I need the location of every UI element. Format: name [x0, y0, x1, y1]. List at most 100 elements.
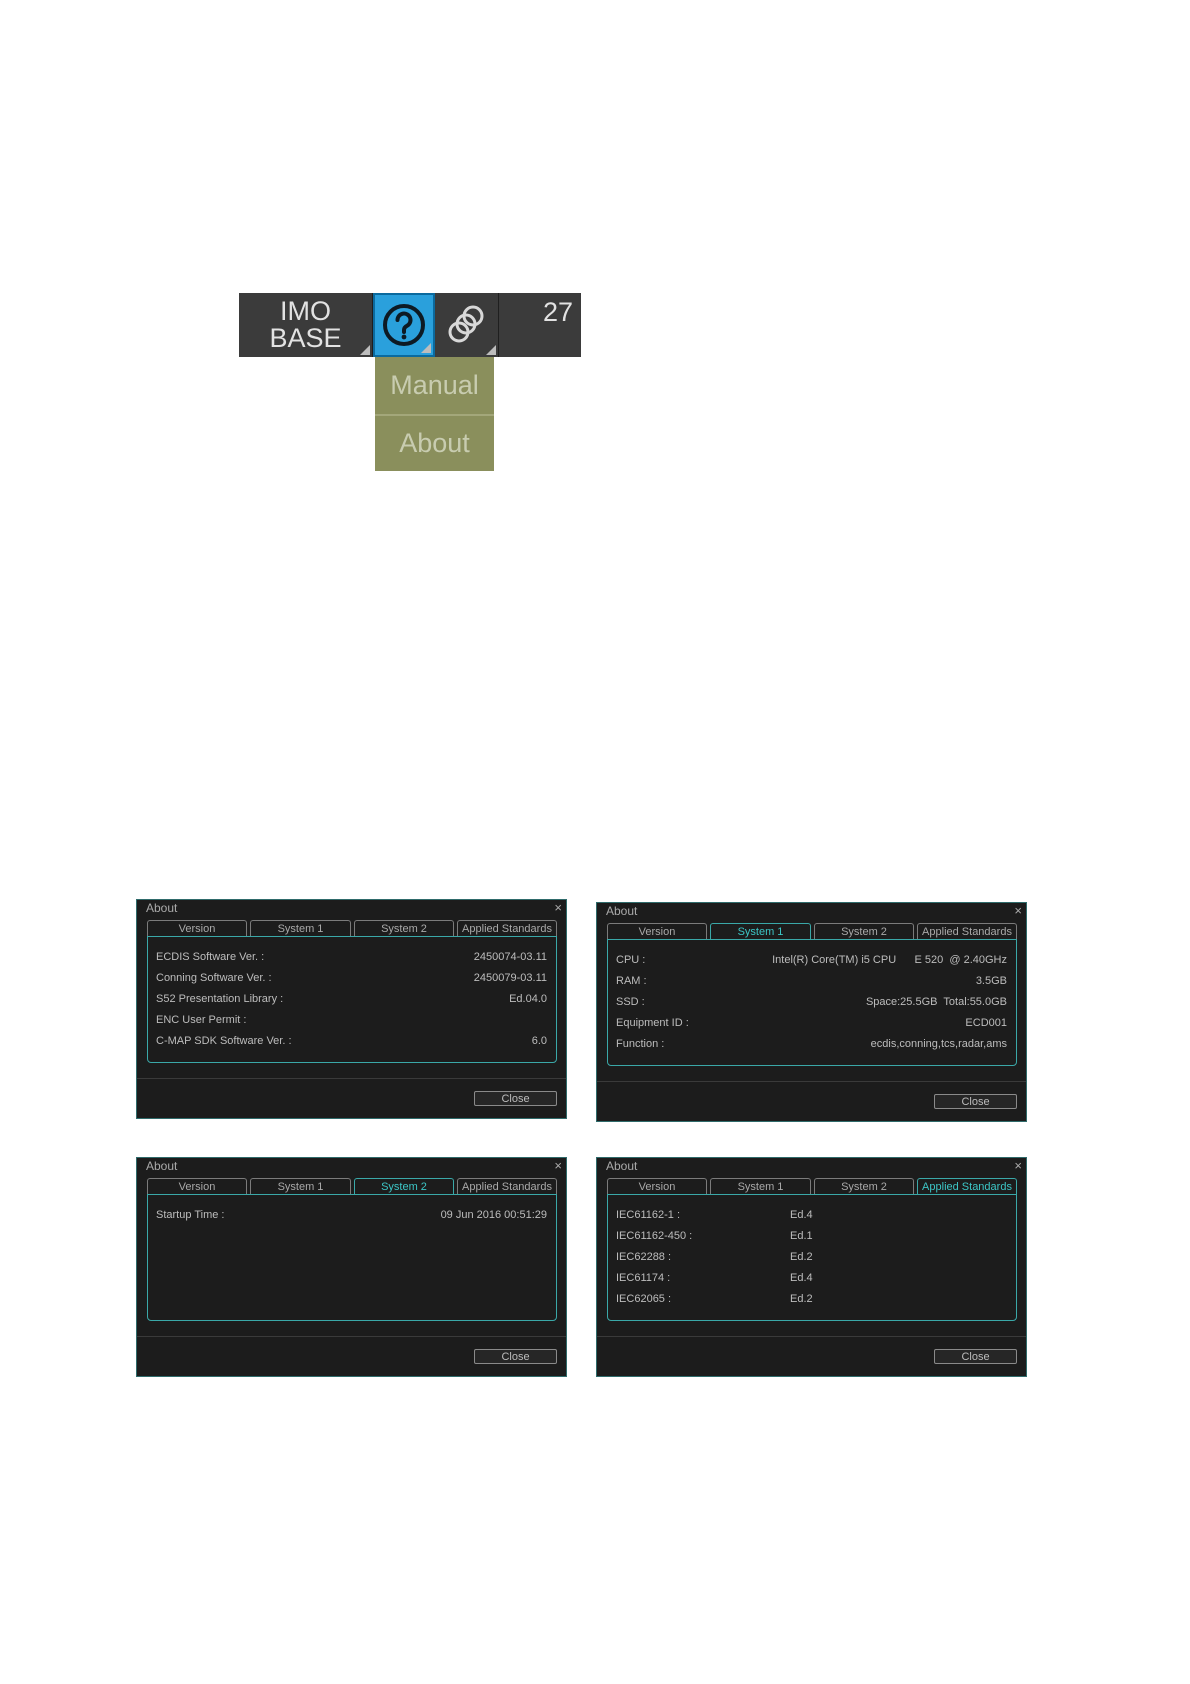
tab-bar: Version System 1 System 2 Applied Standa… [607, 1178, 1017, 1195]
close-button[interactable]: Close [934, 1349, 1017, 1364]
row-label: IEC62288 : [616, 1251, 672, 1263]
tab-system-2[interactable]: System 2 [354, 1178, 454, 1195]
row-label: Equipment ID : [616, 1017, 689, 1029]
row-value: Space:25.5GB Total:55.0GB [865, 996, 1007, 1008]
dialog-title: About [606, 1159, 638, 1173]
row-label: Function : [616, 1038, 665, 1050]
layers-button[interactable] [435, 293, 499, 357]
dialog-title: About [606, 904, 638, 918]
info-row: C-MAP SDK Software Ver. : 6.0 [156, 1035, 547, 1049]
row-value: 3.5GB [975, 975, 1007, 987]
divider [597, 1336, 1026, 1337]
tab-version[interactable]: Version [147, 1178, 247, 1194]
row-value: 6.0 [531, 1035, 547, 1047]
row-label: IEC61162-450 : [616, 1230, 693, 1242]
tab-version[interactable]: Version [607, 923, 707, 939]
tab-system-2[interactable]: System 2 [814, 1178, 914, 1194]
tab-bar: Version System 1 System 2 Applied Standa… [147, 1178, 557, 1195]
row-value: Ed.4 [790, 1272, 813, 1284]
dialog-title: About [146, 1159, 178, 1173]
close-button[interactable]: Close [474, 1349, 557, 1364]
tab-panel: IEC61162-1 : Ed.4 IEC61162-450 : Ed.1 IEC6… [607, 1194, 1017, 1321]
row-label: Startup Time : [156, 1209, 225, 1221]
menu-item-manual[interactable]: Manual [375, 357, 494, 414]
row-label: IEC61162-1 : [616, 1209, 681, 1221]
info-row: S52 Presentation Library : Ed.04.0 [156, 993, 547, 1007]
row-label: ECDIS Software Ver. : [156, 951, 265, 963]
close-icon[interactable]: × [554, 1158, 562, 1173]
menu-item-about[interactable]: About [375, 414, 494, 471]
tab-applied-standards[interactable]: Applied Standards [457, 920, 557, 936]
close-icon[interactable]: × [1014, 1158, 1022, 1173]
row-value: ecdis,conning,tcs,radar,ams [870, 1038, 1007, 1050]
row-label: IEC62065 : [616, 1293, 672, 1305]
row-value: Ed.2 [790, 1251, 813, 1263]
tab-version[interactable]: Version [607, 1178, 707, 1194]
question-mark-icon [383, 304, 425, 346]
tab-system-1[interactable]: System 1 [250, 920, 351, 936]
tab-system-1[interactable]: System 1 [250, 1178, 351, 1194]
tab-panel: CPU : Intel(R) Core(TM) i5 CPU E 520 @ 2.… [607, 939, 1017, 1066]
info-row: IEC62065 : Ed.2 [616, 1293, 1007, 1307]
tab-version[interactable]: Version [147, 920, 247, 936]
row-label: C-MAP SDK Software Ver. : [156, 1035, 292, 1047]
tab-system-1[interactable]: System 1 [710, 923, 811, 940]
close-button[interactable]: Close [934, 1094, 1017, 1109]
row-label: Conning Software Ver. : [156, 972, 272, 984]
row-value: Ed.04.0 [509, 993, 547, 1005]
row-value: Ed.4 [790, 1209, 813, 1221]
row-value: ECD001 [965, 1017, 1007, 1029]
info-row: Conning Software Ver. : 2450079-03.11 [156, 972, 547, 986]
imo-label-line1: IMO [280, 296, 331, 326]
divider [597, 1081, 1026, 1082]
info-row: Function : ecdis,conning,tcs,radar,ams [616, 1038, 1007, 1052]
submenu-indicator-icon [486, 345, 496, 355]
close-icon[interactable]: × [1014, 903, 1022, 918]
info-row: ENC User Permit : [156, 1014, 547, 1028]
tab-system-2[interactable]: System 2 [354, 920, 454, 936]
tab-applied-standards[interactable]: Applied Standards [917, 923, 1017, 939]
close-icon[interactable]: × [554, 900, 562, 915]
help-button[interactable] [373, 293, 435, 357]
dialog-title: About [146, 901, 178, 915]
row-label: RAM : [616, 975, 647, 987]
row-value: Ed.2 [790, 1293, 813, 1305]
tab-system-1[interactable]: System 1 [710, 1178, 811, 1194]
row-value: 2450079-03.11 [473, 972, 547, 984]
tab-panel: Startup Time : 09 Jun 2016 00:51:29 [147, 1194, 557, 1321]
info-row: IEC61162-1 : Ed.4 [616, 1209, 1007, 1223]
tab-system-2[interactable]: System 2 [814, 923, 914, 939]
divider [137, 1336, 566, 1337]
info-row: IEC61174 : Ed.4 [616, 1272, 1007, 1286]
imo-base-button[interactable]: IMO BASE [239, 293, 373, 357]
tab-panel: ECDIS Software Ver. : 2450074-03.11 Conni… [147, 936, 557, 1063]
close-button[interactable]: Close [474, 1091, 557, 1106]
about-dialog-system-2: About × Version System 1 System 2 Applie… [136, 1157, 567, 1377]
tab-bar: Version System 1 System 2 Applied Standa… [607, 923, 1017, 940]
status-toolbar: IMO BASE 27 [239, 293, 581, 357]
tab-applied-standards[interactable]: Applied Standards [457, 1178, 557, 1194]
divider [137, 1078, 566, 1079]
info-row: Equipment ID : ECD001 [616, 1017, 1007, 1031]
submenu-indicator-icon [421, 343, 431, 353]
layers-icon [448, 305, 483, 343]
info-row: RAM : 3.5GB [616, 975, 1007, 989]
about-dialog-applied-standards: About × Version System 1 System 2 Applie… [596, 1157, 1027, 1377]
help-dropdown-menu: Manual About [375, 357, 494, 471]
row-value: Intel(R) Core(TM) i5 CPU E 520 @ 2.40GHz [772, 954, 1007, 966]
row-value: Ed.1 [790, 1230, 813, 1242]
row-label: CPU : [616, 954, 646, 966]
tab-applied-standards[interactable]: Applied Standards [917, 1178, 1017, 1195]
info-row: Startup Time : 09 Jun 2016 00:51:29 [156, 1209, 547, 1223]
display-number: 27 [542, 297, 573, 327]
row-label: S52 Presentation Library : [156, 993, 284, 1005]
row-label: IEC61174 : [616, 1272, 671, 1284]
info-row: CPU : Intel(R) Core(TM) i5 CPU E 520 @ 2.… [616, 954, 1007, 968]
info-row: IEC61162-450 : Ed.1 [616, 1230, 1007, 1244]
row-label: ENC User Permit : [156, 1014, 247, 1026]
about-dialog-system-1: About × Version System 1 System 2 Applie… [596, 902, 1027, 1122]
info-row: ECDIS Software Ver. : 2450074-03.11 [156, 951, 547, 965]
row-label: SSD : [616, 996, 645, 1008]
row-value: 09 Jun 2016 00:51:29 [440, 1209, 547, 1221]
submenu-indicator-icon [360, 345, 370, 355]
